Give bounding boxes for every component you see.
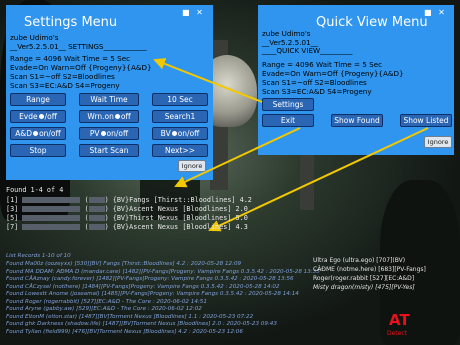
side-list-item: CÂÐME (notme.here) [683][PV-Fangs] [313,266,426,273]
redacted-user [88,224,105,230]
at-detect-logo: AT [389,311,410,329]
found-tag: {BV} [112,196,130,204]
record-row: Found Tyllan (field999) [476][BV]Torment… [6,328,243,335]
record-row: Found CÂCzysel (notlhere) [1484][PV-Fang… [6,283,280,290]
at-detect-logo-sub: Detect [387,330,408,337]
found-row: [7] () {BV}Ascent Nexus [Bloodlines] 4.3 [6,223,248,231]
found-row: [5] () {BV}Thirst Nexus [Bloodlines] 5.0 [6,214,248,222]
found-row: [3] () {BV}Ascent Nexus [Bloodlines] 2.0 [6,205,248,213]
record-row: Found CÂAznay (candy.forever) [1482][PV-… [6,276,294,282]
side-list-item: Roger(roger.rabbit [527][EC:A&D] [313,275,415,282]
found-tag: {BV} [112,223,130,231]
redacted-user [88,197,105,203]
record-row: Found Roger (rogerrabbit) [527][EC:A&D -… [6,298,207,305]
record-row: Found Aryne (gabby.aw) [529][EC:A&D - Th… [6,306,202,312]
side-list-item: Ultra Ego (ultra.ego) [707](BV) [313,257,406,264]
redacted-user [88,206,105,212]
redacted-name [22,224,81,230]
found-tag: {BV} [112,205,130,213]
record-row: Found MA DDAM: AÐMA D (mandar.care) [148… [6,268,320,275]
found-index: [1] [6,196,19,204]
found-text: Fangs [Thirst::Bloodlines] 4.2 [129,196,252,204]
found-close-paren: ) [104,223,109,231]
found-tag: {BV} [112,214,130,222]
found-row: [1] () {BV}Fangs [Thirst::Bloodlines] 4.… [6,196,252,204]
found-close-paren: ) [104,214,109,222]
arrow-settings-to-menu [153,58,263,103]
found-index: [3] [6,205,19,213]
found-header: Found 1-4 of 4 [6,186,64,194]
redacted-user [88,215,105,221]
found-index: [7] [6,223,19,231]
found-text: Ascent Nexus [Bloodlines] 4.3 [129,223,248,231]
found-text: Ascent Nexus [Bloodlines] 2.0 [129,205,248,213]
record-row: Found ghk Darkness (shadow.life) [1487][… [6,321,277,327]
arrow-show-found [174,127,301,188]
found-close-paren: ) [104,205,109,213]
redacted-name [22,206,81,212]
records-header: List Records 1-10 of 10 [6,253,71,259]
redacted-name [22,197,81,203]
found-close-paren: ) [104,196,109,204]
side-list-item: Misty dragon(misty) [475][PV-Yes] [313,284,415,291]
record-row: Found Ma00z (oozeyxx) [530][BV] Fangs [T… [6,261,242,267]
found-index: [5] [6,214,19,222]
redacted-name [22,215,81,221]
found-text: Thirst Nexus [Bloodlines] 5.0 [129,214,248,222]
record-row: Found EltonM (elton.star) [1487][BV]Torm… [6,313,254,320]
record-row: Found Lowestt Anome (joseamal) [1485][PV… [6,291,299,297]
